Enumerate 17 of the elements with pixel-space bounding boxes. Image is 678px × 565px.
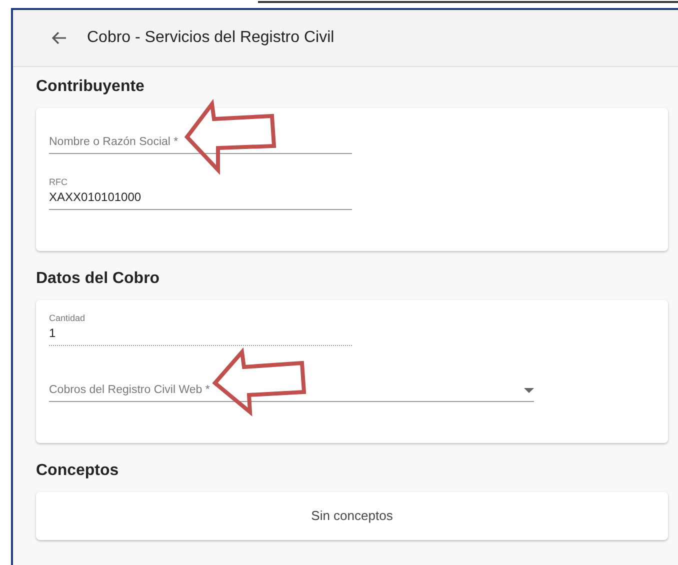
- input-field[interactable]: Nombre o Razón Social *: [49, 120, 352, 154]
- field-label: RFC: [49, 177, 68, 187]
- dropdown-field[interactable]: Cobros del Registro Civil Web *: [49, 368, 534, 402]
- empty-message: Sin conceptos: [310, 508, 394, 523]
- field-label: Cantidad: [49, 313, 86, 323]
- section-heading: Contribuyente: [36, 78, 146, 97]
- field-placeholder: Cobros del Registro Civil Web *: [49, 384, 210, 396]
- back-arrow-icon: [51, 31, 67, 45]
- field-value: 1: [49, 326, 57, 340]
- field-placeholder: Nombre o Razón Social *: [49, 136, 178, 148]
- page-title: Cobro - Servicios del Registro Civil: [87, 29, 334, 47]
- input-field[interactable]: RFC XAXX010101000: [49, 176, 352, 210]
- section-heading: Datos del Cobro: [36, 270, 161, 289]
- section-heading: Conceptos: [36, 462, 120, 481]
- caret-icon: [524, 388, 534, 392]
- field-value: XAXX010101000: [49, 190, 142, 204]
- back-button[interactable]: [51, 31, 67, 45]
